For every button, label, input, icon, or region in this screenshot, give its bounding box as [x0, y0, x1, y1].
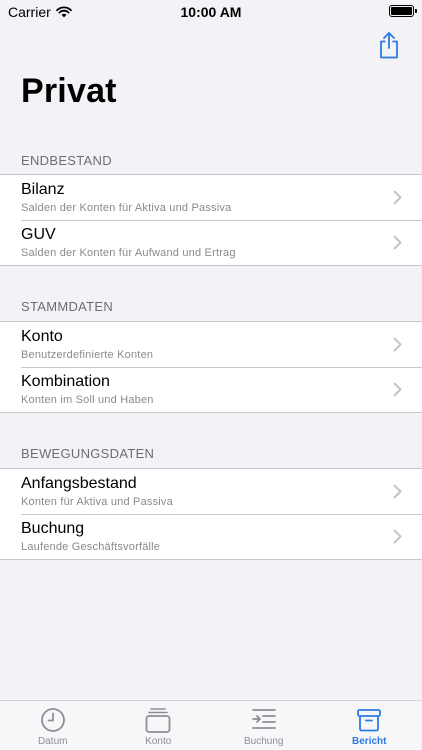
- chevron-right-icon: [393, 382, 402, 397]
- row-title: Kombination: [21, 373, 110, 390]
- row-title: Buchung: [21, 520, 85, 537]
- row-title: GUV: [21, 226, 56, 243]
- row-buchung[interactable]: Buchung Laufende Geschäftsvorfälle: [0, 514, 422, 559]
- chevron-right-icon: [393, 337, 402, 352]
- section-header-stammdaten: STAMMDATEN: [21, 299, 114, 314]
- chevron-right-icon: [393, 529, 402, 544]
- chevron-right-icon: [393, 484, 402, 499]
- row-subtitle: Benutzerdefinierte Konten: [21, 349, 154, 361]
- row-subtitle: Konten im Soll und Haben: [21, 394, 154, 406]
- row-title: Konto: [21, 328, 63, 345]
- carrier-label: Carrier: [8, 4, 51, 20]
- section-group-stammdaten: Konto Benutzerdefinierte Konten Kombinat…: [0, 321, 422, 413]
- carrier-indicator: Carrier: [8, 4, 72, 20]
- clock-icon: [40, 708, 65, 732]
- row-subtitle: Salden der Konten für Aufwand und Ertrag: [21, 247, 236, 259]
- page-title: Privat: [21, 72, 117, 110]
- row-subtitle: Laufende Geschäftsvorfälle: [21, 541, 161, 553]
- tab-datum[interactable]: Datum: [0, 701, 106, 750]
- row-kombination[interactable]: Kombination Konten im Soll und Haben: [0, 367, 422, 412]
- section-header-endbestand: ENDBESTAND: [21, 153, 112, 168]
- tab-label: Buchung: [244, 736, 284, 747]
- chevron-right-icon: [393, 235, 402, 250]
- tab-bericht[interactable]: Bericht: [317, 701, 422, 750]
- chevron-right-icon: [393, 190, 402, 205]
- tab-label: Konto: [145, 736, 172, 747]
- row-subtitle: Salden der Konten für Aktiva und Passiva: [21, 202, 232, 214]
- status-bar: Carrier 10:00 AM: [0, 0, 422, 24]
- stack-icon: [145, 708, 171, 733]
- tab-label: Bericht: [352, 736, 387, 747]
- screen: Carrier 10:00 AM Privat ENDBESTAND Bilan…: [0, 0, 422, 750]
- tab-bar: Datum Konto Buchung Bericht: [0, 700, 422, 750]
- tab-label: Datum: [38, 736, 68, 747]
- share-icon: [380, 31, 398, 58]
- row-title: Bilanz: [21, 181, 65, 198]
- tab-konto[interactable]: Konto: [106, 701, 212, 750]
- wifi-icon: [55, 6, 72, 18]
- share-button[interactable]: [376, 30, 402, 60]
- row-bilanz[interactable]: Bilanz Salden der Konten für Aktiva und …: [0, 175, 422, 220]
- row-anfangsbestand[interactable]: Anfangsbestand Konten für Aktiva und Pas…: [0, 469, 422, 514]
- section-header-bewegungsdaten: BEWEGUNGSDATEN: [21, 446, 155, 461]
- tab-buchung[interactable]: Buchung: [211, 701, 317, 750]
- battery-icon: [389, 5, 417, 17]
- row-title: Anfangsbestand: [21, 475, 137, 492]
- transfer-list-icon: [251, 709, 276, 729]
- row-subtitle: Konten für Aktiva und Passiva: [21, 496, 173, 508]
- clock-time: 10:00 AM: [180, 4, 242, 20]
- section-group-bewegungsdaten: Anfangsbestand Konten für Aktiva und Pas…: [0, 468, 422, 560]
- row-guv[interactable]: GUV Salden der Konten für Aufwand und Er…: [0, 220, 422, 265]
- archive-box-icon: [357, 709, 382, 732]
- section-group-endbestand: Bilanz Salden der Konten für Aktiva und …: [0, 174, 422, 266]
- row-konto[interactable]: Konto Benutzerdefinierte Konten: [0, 322, 422, 367]
